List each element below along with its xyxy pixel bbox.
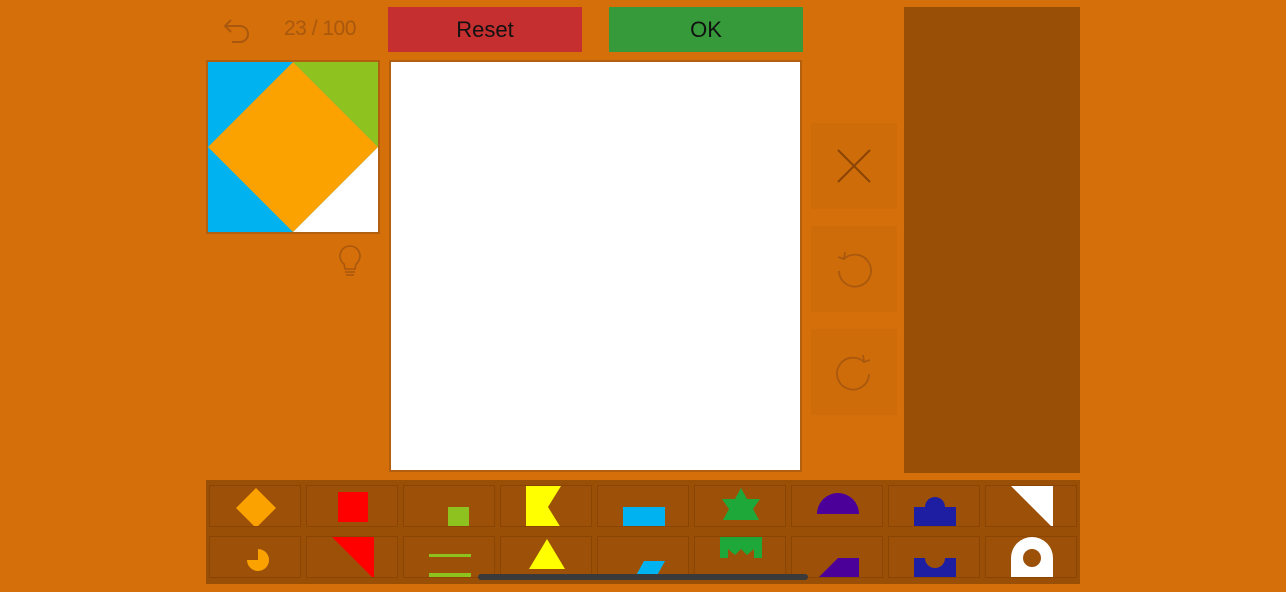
piece-blue-rectangle[interactable] [597,485,689,527]
shape-tray [206,480,1080,584]
reset-button[interactable]: Reset [388,7,582,52]
target-preview [206,60,380,234]
piece-orange-diamond[interactable] [209,485,301,527]
piece-green-star[interactable] [694,485,786,527]
lightbulb-icon [339,245,361,276]
piece-red-square[interactable] [306,485,398,527]
undo-arrow-icon [223,19,249,43]
piece-green-lines[interactable] [403,536,495,578]
play-canvas[interactable] [389,60,802,472]
piece-purple-semicircle[interactable] [791,485,883,527]
piece-navy-notched-block[interactable] [888,536,980,578]
back-button[interactable] [218,12,254,48]
piece-yellow-notched-rectangle[interactable] [500,485,592,527]
piece-white-right-triangle[interactable] [985,485,1077,527]
level-counter: 23 / 100 [284,17,356,40]
piece-navy-bump-block[interactable] [888,485,980,527]
rotate-right-button[interactable] [811,329,897,415]
piece-blue-parallelogram[interactable] [597,536,689,578]
piece-red-triangle[interactable] [306,536,398,578]
delete-button[interactable] [811,123,897,209]
right-side-panel [904,7,1080,473]
rotate-counterclockwise-icon [837,251,872,288]
piece-orange-pie-circle[interactable] [209,536,301,578]
ok-button[interactable]: OK [609,7,803,52]
rotate-clockwise-icon [836,354,871,391]
hint-button[interactable] [335,242,365,280]
piece-purple-trapezoid[interactable] [791,536,883,578]
close-x-icon [837,149,871,183]
piece-green-notched-frame[interactable] [694,536,786,578]
piece-yellow-triangle[interactable] [500,536,592,578]
piece-green-small-square[interactable] [403,485,495,527]
rotate-left-button[interactable] [811,226,897,312]
piece-white-rounded-ring[interactable] [985,536,1077,578]
home-indicator [478,574,808,580]
